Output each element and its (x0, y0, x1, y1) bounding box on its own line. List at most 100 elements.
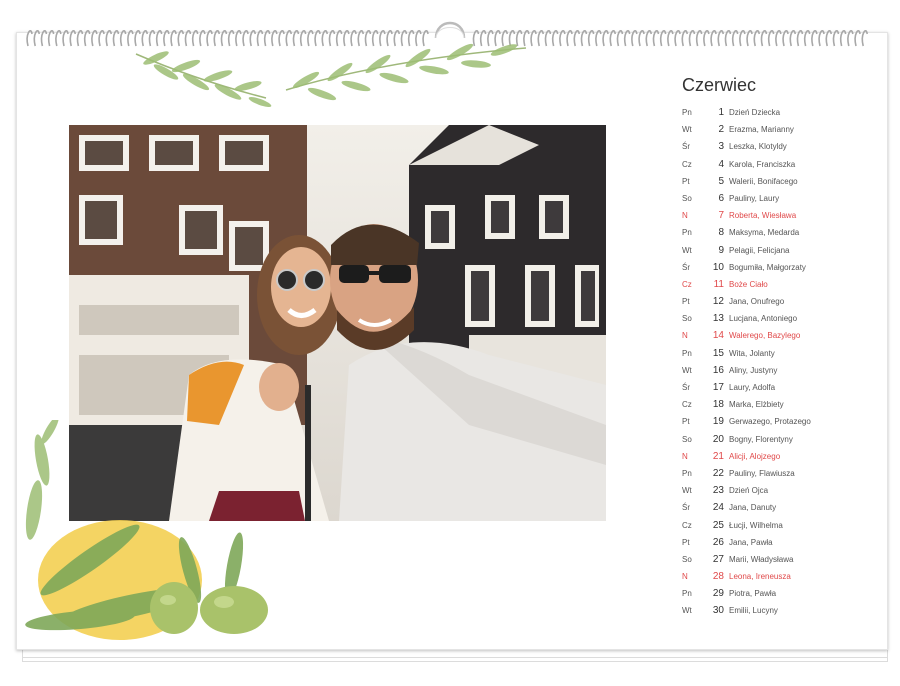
day-of-week: Pn (682, 108, 692, 117)
day-row: So 6 Pauliny, Laury (682, 190, 872, 207)
day-of-week: Wt (682, 606, 692, 616)
day-number: 1 (718, 107, 724, 118)
day-row: Śr 17 Laury, Adolfa (682, 379, 872, 396)
day-number: 25 (712, 519, 724, 531)
day-row: Cz 25 Łucji, Wilhelma (682, 517, 872, 534)
day-number: 14 (712, 330, 724, 342)
name-day: Dzień Dziecka (729, 108, 781, 117)
day-number: 17 (712, 382, 724, 393)
day-number: 24 (712, 502, 724, 514)
day-row: Pn 8 Maksyma, Medarda (682, 224, 872, 241)
name-day: Pelagii, Felicjana (729, 245, 790, 255)
day-of-week: Śr (682, 142, 690, 152)
day-of-week: So (682, 193, 692, 203)
month-title: Czerwiec (682, 75, 757, 95)
day-row: Wt 2 Erazma, Marianny (682, 121, 872, 138)
name-day: Łucji, Wilhelma (729, 520, 783, 530)
name-day: Lucjana, Antoniego (729, 314, 798, 324)
day-number: 29 (712, 588, 724, 600)
name-day: Piotra, Pawła (729, 589, 777, 599)
day-row: N 7 Roberta, Wiesława (682, 207, 872, 224)
day-number: 18 (712, 399, 724, 411)
day-of-week: Pn (682, 468, 692, 478)
day-number: 16 (712, 364, 724, 376)
day-number: 19 (712, 416, 724, 428)
day-row: Cz 18 Marka, Elżbiety (682, 396, 872, 413)
day-of-week: N (682, 572, 688, 582)
day-row: Pn 29 Piotra, Pawła (682, 585, 872, 602)
day-of-week: Pn (682, 228, 692, 238)
day-row: Pn 22 Pauliny, Flawiusza (682, 465, 872, 482)
name-day: Bogny, Florentyny (729, 434, 793, 444)
name-day: Laury, Adolfa (729, 383, 776, 392)
day-row: Wt 30 Emilii, Lucyny (682, 602, 872, 619)
olive-branch-decoration (135, 43, 527, 107)
day-of-week: Wt (682, 245, 692, 255)
name-day: Jana, Danuty (729, 503, 777, 513)
day-row: N 21 Alicji, Alojzego (682, 448, 872, 465)
day-number: 11 (713, 278, 724, 290)
name-day: Karola, Franciszka (729, 159, 796, 169)
day-row: So 27 Marii, Władysława (682, 551, 872, 568)
day-number: 7 (718, 210, 724, 222)
day-of-week: N (682, 331, 688, 341)
name-day: Jana, Onufrego (729, 297, 785, 307)
name-day: Bogumiła, Małgorzaty (729, 262, 806, 272)
days-list: Pn 1 Dzień Dziecka Wt 2 Erazma, Marianny Śr 3 Le… (682, 104, 872, 620)
day-row: Wt 23 Dzień Ojca (682, 482, 872, 499)
name-day: Alicji, Alojzego (729, 451, 781, 461)
day-of-week: So (682, 434, 692, 444)
day-of-week: Cz (682, 159, 692, 169)
lemon-olives-decoration (25, 420, 268, 640)
name-day: Pauliny, Laury (729, 193, 780, 203)
name-day: Marka, Elżbiety (729, 400, 784, 410)
day-number: 26 (712, 536, 724, 548)
day-number: 4 (718, 158, 724, 170)
name-day: Maksyma, Medarda (729, 228, 800, 238)
day-of-week: Pn (682, 589, 692, 599)
day-of-week: Pt (682, 537, 690, 547)
day-of-week: Pn (682, 348, 692, 358)
day-of-week: Cz (682, 400, 692, 410)
day-number: 5 (718, 175, 724, 187)
day-of-week: Cz (682, 279, 692, 289)
name-day: Wita, Jolanty (729, 348, 775, 358)
day-number: 13 (712, 313, 724, 325)
day-of-week: Śr (682, 383, 690, 392)
name-day: Walerego, Bazylego (729, 331, 801, 341)
name-day: Gerwazego, Protazego (729, 417, 811, 427)
day-row: Pt 5 Walerii, Bonifacego (682, 173, 872, 190)
day-of-week: Pt (682, 417, 690, 427)
day-of-week: Pt (682, 176, 690, 186)
day-row: N 28 Leona, Ireneusza (682, 568, 872, 585)
name-day: Jana, Pawła (729, 537, 773, 547)
day-row: Cz 11 Boże Ciało (682, 276, 872, 293)
name-day: Dzień Ojca (729, 486, 769, 496)
day-row: So 13 Lucjana, Antoniego (682, 310, 872, 327)
name-day: Walerii, Bonifacego (729, 176, 798, 186)
name-day: Leona, Ireneusza (729, 572, 791, 582)
day-row: Śr 3 Leszka, Klotyldy (682, 138, 872, 155)
calendar-month-panel: Czerwiec Pn 1 Dzień Dziecka Wt 2 Erazma, Mari… (682, 74, 872, 620)
day-number: 23 (712, 485, 724, 497)
day-row: Wt 16 Aliny, Justyny (682, 362, 872, 379)
day-row: Pt 19 Gerwazego, Protazego (682, 413, 872, 430)
day-of-week: Wt (682, 365, 692, 375)
day-of-week: Wt (682, 125, 692, 135)
day-number: 2 (718, 124, 724, 136)
day-row: Śr 10 Bogumiła, Małgorzaty (682, 259, 872, 276)
day-number: 20 (712, 433, 724, 445)
day-of-week: Cz (682, 520, 692, 530)
day-of-week: Śr (682, 503, 690, 513)
day-number: 3 (718, 141, 724, 153)
day-row: Śr 24 Jana, Danuty (682, 499, 872, 516)
day-row: Cz 4 Karola, Franciszka (682, 156, 872, 173)
day-of-week: Pt (682, 297, 690, 307)
day-number: 12 (712, 296, 724, 308)
day-number: 28 (712, 571, 724, 583)
day-row: Pt 12 Jana, Onufrego (682, 293, 872, 310)
day-row: Pn 15 Wita, Jolanty (682, 345, 872, 362)
name-day: Roberta, Wiesława (729, 211, 797, 221)
day-number: 10 (712, 261, 724, 273)
day-row: Pn 1 Dzień Dziecka (682, 104, 872, 121)
